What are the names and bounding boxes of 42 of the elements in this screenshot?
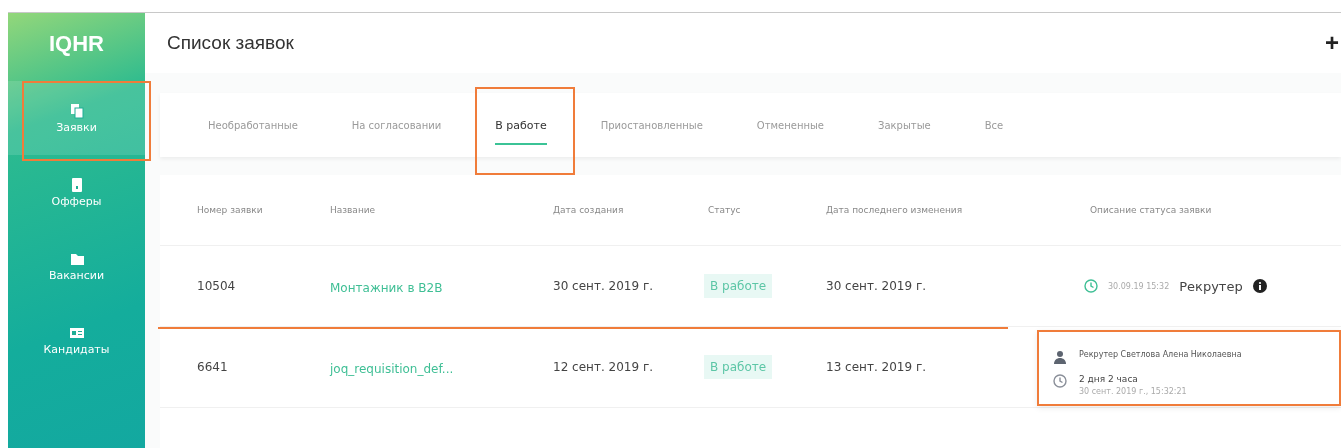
column-header: Дата последнего изменения <box>826 205 964 215</box>
column-header: Дата создания <box>553 205 625 215</box>
nav-item[interactable]: Офферы <box>8 155 145 229</box>
requisition-link[interactable]: joq_requisition_def... <box>330 361 454 376</box>
page-title: Список заявок <box>167 32 294 54</box>
tab[interactable]: В работе <box>495 93 547 157</box>
tab[interactable]: Необработанные <box>208 93 298 157</box>
tab[interactable]: Все <box>984 93 1004 157</box>
nav-item[interactable]: Вакансии <box>8 229 145 303</box>
clock-icon <box>1053 374 1067 388</box>
table-cell-text: 13 сент. 2019 г. <box>826 360 927 374</box>
documents-icon <box>69 102 84 119</box>
column-header: Статус <box>708 205 742 215</box>
info-icon <box>1252 279 1267 293</box>
nav-item[interactable]: Кандидаты <box>8 303 145 377</box>
logo: IQHR <box>48 30 105 58</box>
status-badge: В работе <box>704 274 773 298</box>
table-cell-text: 10504 <box>197 279 237 293</box>
status-time: 30.09.19 15:32 <box>1108 281 1170 291</box>
person-icon <box>1053 350 1067 364</box>
column-header: Описание статуса заявки <box>1090 205 1213 215</box>
requisition-link[interactable]: Монтажник в B2B <box>330 280 443 295</box>
person-name: Рекрутер Светлова Алена Николаевна <box>1079 350 1242 359</box>
table-cell-text: 12 сент. 2019 г. <box>553 360 654 374</box>
status-role: Рекрутер <box>1179 278 1243 294</box>
tab[interactable]: Закрытые <box>878 93 931 157</box>
clock-icon <box>1084 279 1098 293</box>
timestamp-text: 30 сент. 2019 г., 15:32:21 <box>1079 387 1187 396</box>
tab-underline <box>495 143 547 145</box>
column-header: Название <box>330 205 377 215</box>
table-cell-text: 6641 <box>197 360 229 374</box>
column-header: Номер заявки <box>197 205 264 215</box>
duration-text: 2 дня 2 часа <box>1079 374 1139 384</box>
document-icon <box>69 176 84 193</box>
tab[interactable]: Приостановленные <box>600 93 703 157</box>
nav-item[interactable]: Заявки <box>8 81 145 155</box>
table-cell-text: 30 сент. 2019 г. <box>553 279 654 293</box>
tab[interactable]: Отмененные <box>756 93 825 157</box>
status-badge: В работе <box>704 355 773 379</box>
tab[interactable]: На согласовании <box>351 93 442 157</box>
table-cell-text: 30 сент. 2019 г. <box>826 279 927 293</box>
add-button[interactable]: + <box>1323 31 1341 55</box>
